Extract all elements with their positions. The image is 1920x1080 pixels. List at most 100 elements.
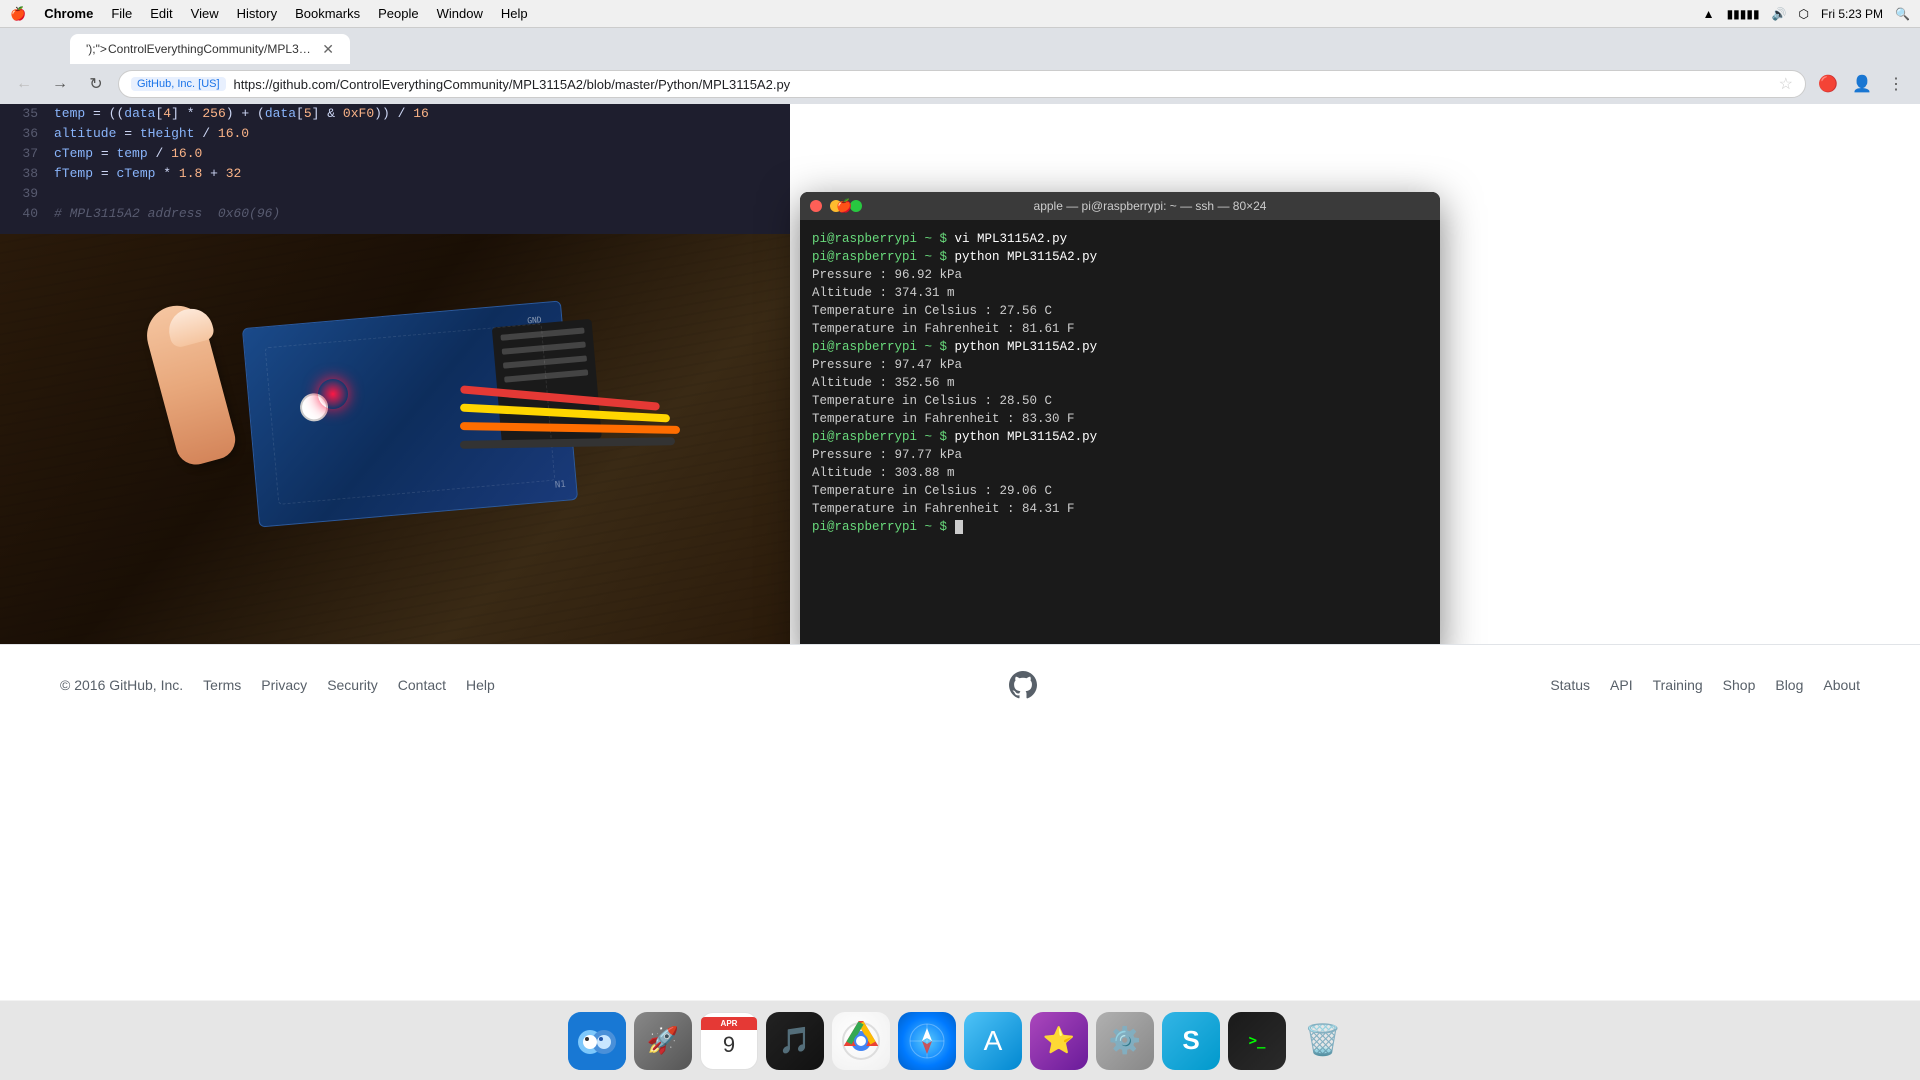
terminal-title: apple — pi@raspberrypi: ~ — ssh — 80×24 bbox=[870, 199, 1430, 213]
window-menu[interactable]: Window bbox=[437, 6, 483, 21]
dock-calendar[interactable]: APR 9 bbox=[700, 1012, 758, 1070]
terminal-line: Pressure : 96.92 kPa bbox=[812, 266, 1428, 284]
tab-close-button[interactable]: ✕ bbox=[322, 41, 334, 58]
footer-contact-link[interactable]: Contact bbox=[398, 677, 446, 693]
dock-notes[interactable]: ⭐ bbox=[1030, 1012, 1088, 1070]
dock-iterm[interactable]: >_ bbox=[1228, 1012, 1286, 1070]
battery-icon: ▮▮▮▮▮ bbox=[1727, 7, 1760, 21]
dock-itunes[interactable]: 🎵 bbox=[766, 1012, 824, 1070]
code-text bbox=[50, 184, 790, 204]
terminal-line: pi@raspberrypi ~ $ python MPL3115A2.py bbox=[812, 338, 1428, 356]
github-logo-icon bbox=[1007, 669, 1039, 701]
code-line-38: 38 fTemp = cTemp * 1.8 + 32 bbox=[0, 164, 790, 184]
app-name-menu[interactable]: Chrome bbox=[44, 6, 93, 21]
code-text: temp = ((data[4] * 256) + (data[5] & 0xF… bbox=[50, 104, 790, 124]
page-content: 35 temp = ((data[4] * 256) + (data[5] & … bbox=[0, 104, 1920, 724]
footer-training-link[interactable]: Training bbox=[1653, 677, 1703, 693]
dock-skype[interactable]: S bbox=[1162, 1012, 1220, 1070]
page-footer: © 2016 GitHub, Inc. Terms Privacy Securi… bbox=[0, 644, 1920, 724]
line-number: 37 bbox=[0, 144, 50, 164]
terminal-line: pi@raspberrypi ~ $ python MPL3115A2.py bbox=[812, 428, 1428, 446]
terminal-line: Altitude : 352.56 m bbox=[812, 374, 1428, 392]
bookmark-star-icon[interactable]: ☆ bbox=[1779, 74, 1793, 94]
search-icon[interactable]: 🔍 bbox=[1895, 7, 1910, 21]
terminal-line: Altitude : 374.31 m bbox=[812, 284, 1428, 302]
terminal-line: Pressure : 97.47 kPa bbox=[812, 356, 1428, 374]
footer-security-link[interactable]: Security bbox=[327, 677, 378, 693]
terminal-cursor bbox=[955, 520, 963, 534]
bluetooth-icon[interactable]: ⬡ bbox=[1799, 7, 1809, 21]
footer-blog-link[interactable]: Blog bbox=[1775, 677, 1803, 693]
terminal-line: pi@raspberrypi ~ $ vi MPL3115A2.py bbox=[812, 230, 1428, 248]
footer-shop-link[interactable]: Shop bbox=[1723, 677, 1756, 693]
time-display: Fri 5:23 PM bbox=[1821, 7, 1883, 21]
security-badge: GitHub, Inc. [US] bbox=[131, 77, 226, 91]
bookmarks-menu[interactable]: Bookmarks bbox=[295, 6, 360, 21]
terminal-line: Temperature in Fahrenheit : 84.31 F bbox=[812, 500, 1428, 518]
profile-button[interactable]: 👤 bbox=[1848, 70, 1876, 98]
mac-dock: 🚀 APR 9 🎵 A ⭐ bbox=[0, 1000, 1920, 1080]
code-line-37: 37 cTemp = temp / 16.0 bbox=[0, 144, 790, 164]
terminal-line: Temperature in Celsius : 29.06 C bbox=[812, 482, 1428, 500]
code-line-36: 36 altitude = tHeight / 16.0 bbox=[0, 124, 790, 144]
code-text: cTemp = temp / 16.0 bbox=[50, 144, 790, 164]
footer-right: Status API Training Shop Blog About bbox=[1550, 677, 1860, 693]
footer-terms-link[interactable]: Terms bbox=[203, 677, 241, 693]
terminal-body[interactable]: pi@raspberrypi ~ $ vi MPL3115A2.py pi@ra… bbox=[800, 220, 1440, 657]
terminal-line: Temperature in Fahrenheit : 83.30 F bbox=[812, 410, 1428, 428]
terminal-line: Temperature in Fahrenheit : 81.61 F bbox=[812, 320, 1428, 338]
led-indicator bbox=[318, 379, 348, 409]
apple-menu[interactable]: 🍎 bbox=[10, 6, 26, 22]
tab-favicon: ');"> bbox=[86, 42, 100, 56]
code-line-35: 35 temp = ((data[4] * 256) + (data[5] & … bbox=[0, 104, 790, 124]
hardware-photo: GND +3.3V SDA SCL +5V GND N1 bbox=[0, 234, 790, 654]
back-button[interactable]: ← bbox=[10, 70, 38, 98]
dock-launchpad[interactable]: 🚀 bbox=[634, 1012, 692, 1070]
reload-button[interactable]: ↻ bbox=[82, 70, 110, 98]
people-menu[interactable]: People bbox=[378, 6, 418, 21]
edit-menu[interactable]: Edit bbox=[150, 6, 172, 21]
copyright-text: © 2016 GitHub, Inc. bbox=[60, 677, 183, 693]
menu-button[interactable]: ⋮ bbox=[1882, 70, 1910, 98]
url-display: https://github.com/ControlEverythingComm… bbox=[234, 77, 1771, 92]
browser-chrome: ');"> ControlEverythingCommunity/MPL3115… bbox=[0, 28, 1920, 104]
terminal-titlebar: 🍎 apple — pi@raspberrypi: ~ — ssh — 80×2… bbox=[800, 192, 1440, 220]
footer-center bbox=[1007, 669, 1039, 701]
line-number: 39 bbox=[0, 184, 50, 204]
volume-icon[interactable]: 🔊 bbox=[1772, 7, 1787, 21]
view-menu[interactable]: View bbox=[191, 6, 219, 21]
dock-finder[interactable] bbox=[568, 1012, 626, 1070]
line-number: 36 bbox=[0, 124, 50, 144]
code-line-40: 40 # MPL3115A2 address 0x60(96) bbox=[0, 204, 790, 224]
footer-status-link[interactable]: Status bbox=[1550, 677, 1590, 693]
dock-safari[interactable] bbox=[898, 1012, 956, 1070]
help-menu[interactable]: Help bbox=[501, 6, 528, 21]
dock-system-preferences[interactable]: ⚙️ bbox=[1096, 1012, 1154, 1070]
line-number: 35 bbox=[0, 104, 50, 124]
footer-about-link[interactable]: About bbox=[1823, 677, 1860, 693]
extensions-button[interactable]: 🔴 bbox=[1814, 70, 1842, 98]
terminal-line: Pressure : 97.77 kPa bbox=[812, 446, 1428, 464]
terminal-close-button[interactable] bbox=[810, 200, 822, 212]
file-menu[interactable]: File bbox=[111, 6, 132, 21]
dock-appstore[interactable]: A bbox=[964, 1012, 1022, 1070]
terminal-line: pi@raspberrypi ~ $ bbox=[812, 518, 1428, 536]
dock-chrome[interactable] bbox=[832, 1012, 890, 1070]
footer-privacy-link[interactable]: Privacy bbox=[261, 677, 307, 693]
terminal-window: 🍎 apple — pi@raspberrypi: ~ — ssh — 80×2… bbox=[800, 192, 1440, 657]
terminal-line: pi@raspberrypi ~ $ python MPL3115A2.py bbox=[812, 248, 1428, 266]
footer-api-link[interactable]: API bbox=[1610, 677, 1633, 693]
code-line-39: 39 bbox=[0, 184, 790, 204]
tab-bar: ');"> ControlEverythingCommunity/MPL3115… bbox=[0, 28, 1920, 64]
footer-help-link[interactable]: Help bbox=[466, 677, 495, 693]
forward-button[interactable]: → bbox=[46, 70, 74, 98]
address-bar[interactable]: GitHub, Inc. [US] https://github.com/Con… bbox=[118, 70, 1806, 98]
code-text: # MPL3115A2 address 0x60(96) bbox=[50, 204, 790, 224]
dock-trash[interactable]: 🗑️ bbox=[1294, 1012, 1352, 1070]
wifi-icon[interactable]: ▲ bbox=[1703, 7, 1715, 21]
history-menu[interactable]: History bbox=[237, 6, 277, 21]
line-number: 40 bbox=[0, 204, 50, 224]
active-tab[interactable]: ');"> ControlEverythingCommunity/MPL3115… bbox=[70, 34, 350, 64]
terminal-line: Temperature in Celsius : 27.56 C bbox=[812, 302, 1428, 320]
code-text: altitude = tHeight / 16.0 bbox=[50, 124, 790, 144]
